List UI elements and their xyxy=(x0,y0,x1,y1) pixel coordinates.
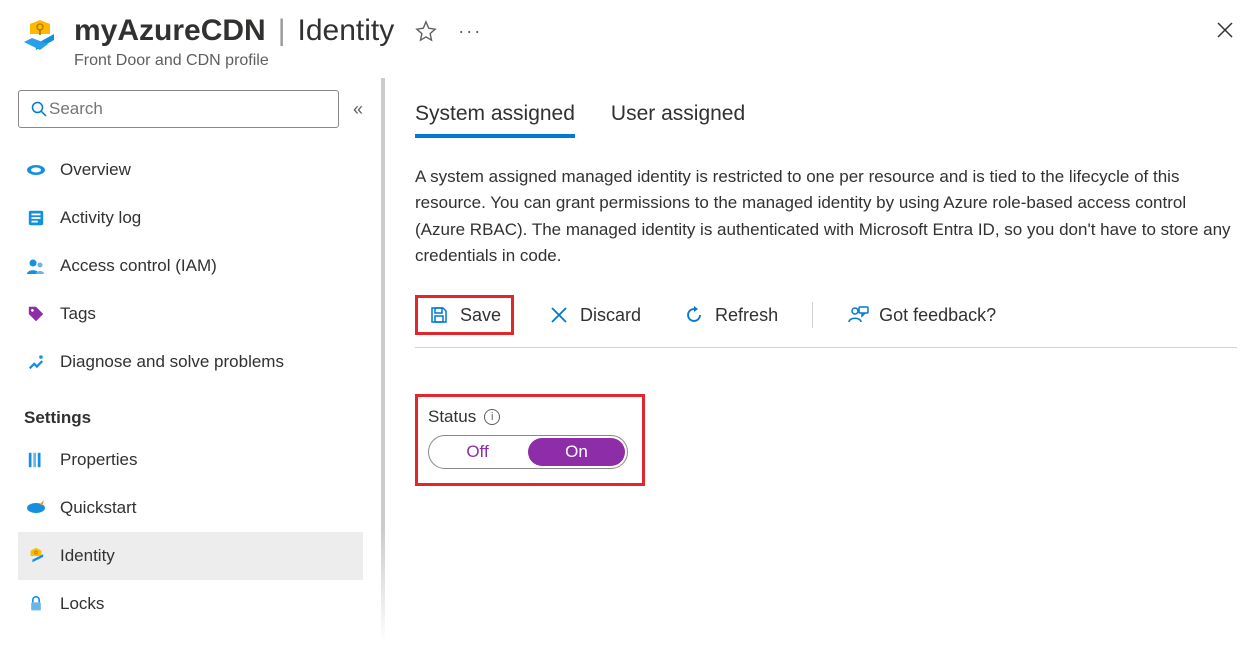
sidebar-item-properties[interactable]: Properties xyxy=(18,436,363,484)
identity-description: A system assigned managed identity is re… xyxy=(415,164,1235,269)
sidebar-item-label: Activity log xyxy=(60,208,141,228)
status-toggle[interactable]: Off On xyxy=(428,435,628,469)
sidebar-item-label: Diagnose and solve problems xyxy=(60,352,284,372)
sidebar-item-label: Overview xyxy=(60,160,131,180)
resource-type-subtitle: Front Door and CDN profile xyxy=(74,52,482,70)
overview-icon xyxy=(26,160,46,180)
sidebar-item-label: Tags xyxy=(60,304,96,324)
feedback-button[interactable]: Got feedback? xyxy=(839,300,1004,330)
favorite-star-icon[interactable] xyxy=(414,19,438,43)
sidebar-item-activity-log[interactable]: Activity log xyxy=(18,194,363,242)
tags-icon xyxy=(26,304,46,324)
feedback-icon xyxy=(847,304,869,326)
discard-label: Discard xyxy=(580,305,641,326)
status-label: Status xyxy=(428,407,476,427)
sidebar-item-access-control[interactable]: Access control (IAM) xyxy=(18,242,363,290)
identity-icon xyxy=(26,546,46,566)
command-bar: Save Discard Refresh Got feedba xyxy=(415,295,1237,348)
page-header: myAzureCDN | Identity ··· Front Door and… xyxy=(0,0,1259,78)
diagnose-icon xyxy=(26,352,46,372)
search-input-wrapper[interactable] xyxy=(18,90,339,128)
quickstart-icon xyxy=(26,498,46,518)
sidebar-item-label: Access control (IAM) xyxy=(60,256,217,276)
save-label: Save xyxy=(460,305,501,326)
identity-tabs: System assigned User assigned xyxy=(415,102,1237,138)
toggle-off[interactable]: Off xyxy=(429,436,526,468)
collapse-sidebar-icon[interactable]: « xyxy=(353,99,363,120)
refresh-icon xyxy=(683,304,705,326)
title-separator: | xyxy=(278,14,286,48)
discard-icon xyxy=(548,304,570,326)
close-icon[interactable] xyxy=(1213,18,1237,42)
save-icon xyxy=(428,304,450,326)
sidebar-item-label: Properties xyxy=(60,450,137,470)
sidebar-item-identity[interactable]: Identity xyxy=(18,532,363,580)
more-menu-icon[interactable]: ··· xyxy=(458,19,482,43)
save-button[interactable]: Save xyxy=(420,300,509,330)
toolbar-divider xyxy=(812,302,813,328)
toggle-on[interactable]: On xyxy=(528,438,625,466)
feedback-label: Got feedback? xyxy=(879,305,996,326)
resource-icon xyxy=(20,16,60,56)
main-content: System assigned User assigned A system a… xyxy=(385,78,1259,643)
sidebar: « Overview Activity log Access control (… xyxy=(0,78,385,643)
status-highlight-box: Status i Off On xyxy=(415,394,645,486)
save-highlight-box: Save xyxy=(415,295,514,335)
tab-system-assigned[interactable]: System assigned xyxy=(415,102,575,138)
properties-icon xyxy=(26,450,46,470)
sidebar-item-label: Identity xyxy=(60,546,115,566)
info-icon[interactable]: i xyxy=(484,409,500,425)
tab-user-assigned[interactable]: User assigned xyxy=(611,102,745,138)
discard-button[interactable]: Discard xyxy=(540,300,649,330)
refresh-button[interactable]: Refresh xyxy=(675,300,786,330)
sidebar-item-label: Quickstart xyxy=(60,498,137,518)
refresh-label: Refresh xyxy=(715,305,778,326)
search-icon xyxy=(29,99,49,119)
locks-icon xyxy=(26,594,46,614)
sidebar-item-label: Locks xyxy=(60,594,104,614)
search-input[interactable] xyxy=(49,99,328,119)
access-control-icon xyxy=(26,256,46,276)
sidebar-item-diagnose[interactable]: Diagnose and solve problems xyxy=(18,338,363,386)
sidebar-item-quickstart[interactable]: Quickstart xyxy=(18,484,363,532)
sidebar-item-locks[interactable]: Locks xyxy=(18,580,363,628)
activity-log-icon xyxy=(26,208,46,228)
sidebar-item-tags[interactable]: Tags xyxy=(18,290,363,338)
sidebar-section-settings: Settings xyxy=(24,408,363,428)
resource-name: myAzureCDN xyxy=(74,14,266,48)
sidebar-item-overview[interactable]: Overview xyxy=(18,146,363,194)
page-title: Identity xyxy=(298,14,395,48)
